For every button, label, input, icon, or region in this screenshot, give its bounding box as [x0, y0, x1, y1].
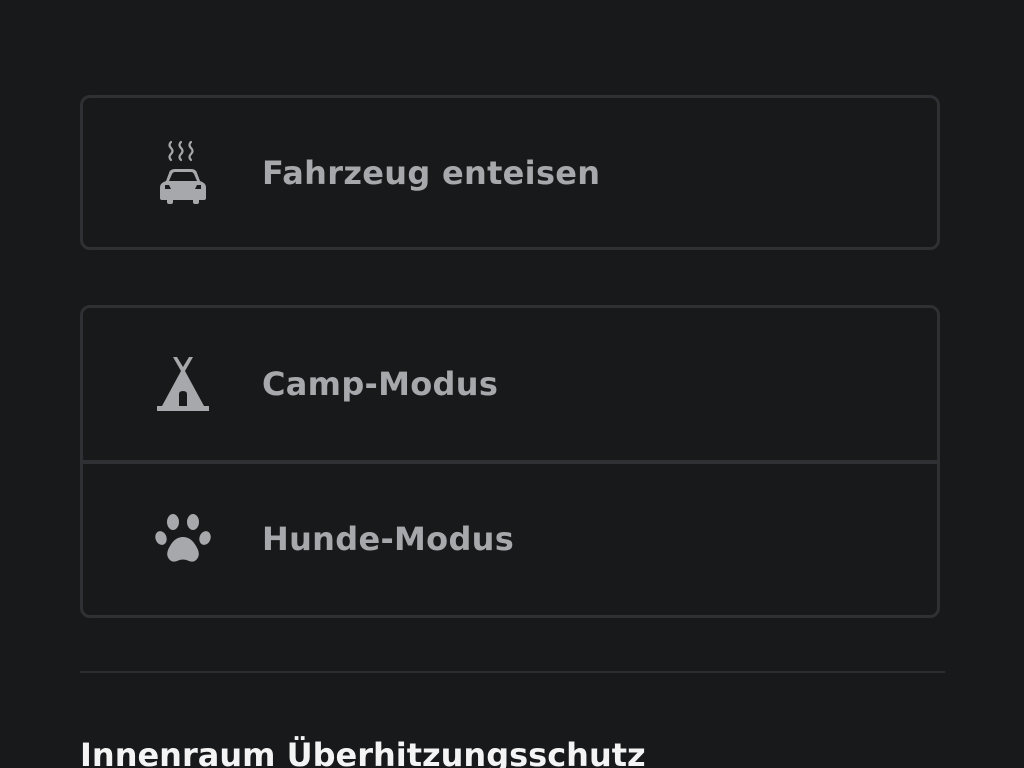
defrost-vehicle-button[interactable]: Fahrzeug enteisen	[83, 98, 937, 247]
dog-mode-label: Hunde-Modus	[262, 519, 515, 558]
modes-card: Camp-Modus Hunde-Modus	[80, 305, 940, 618]
climate-screen: Fahrzeug enteisen Camp-Modus Hunde-Modus…	[0, 0, 1024, 768]
camp-mode-button[interactable]: Camp-Modus	[83, 308, 937, 460]
section-divider	[80, 671, 945, 673]
camp-mode-label: Camp-Modus	[262, 365, 499, 403]
paw-icon	[153, 509, 213, 569]
tent-icon	[153, 354, 213, 414]
dog-mode-button[interactable]: Hunde-Modus	[83, 460, 937, 613]
defrost-vehicle-label: Fahrzeug enteisen	[262, 153, 601, 192]
defrost-card: Fahrzeug enteisen	[80, 95, 940, 250]
car-heat-icon	[153, 140, 213, 204]
overheat-protection-title: Innenraum Überhitzungsschutz	[80, 736, 646, 768]
